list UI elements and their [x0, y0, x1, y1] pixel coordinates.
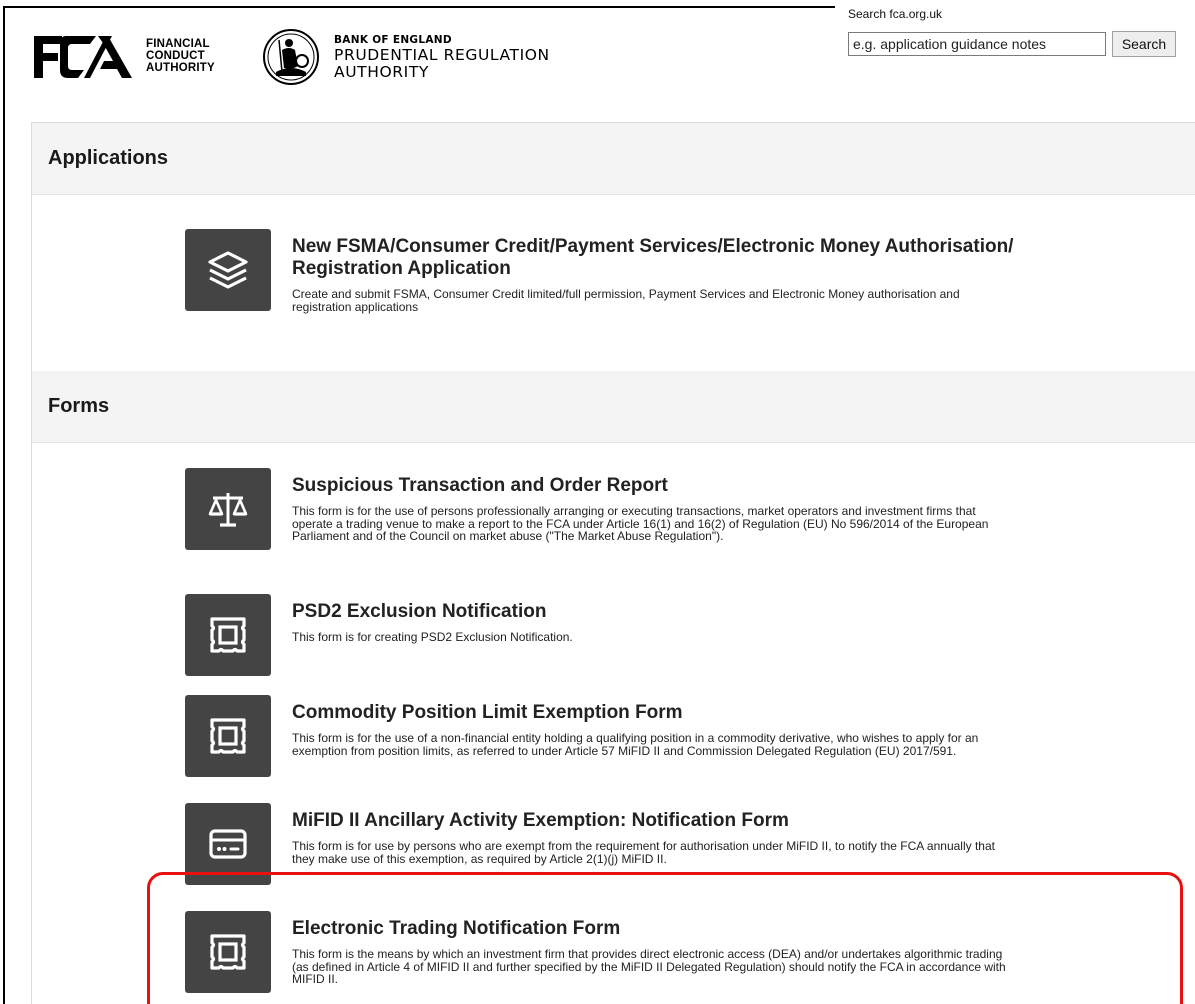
site-header: FINANCIAL CONDUCT AUTHORITY BANK OF ENGL…: [0, 0, 1195, 110]
application-item-authorisation[interactable]: New FSMA/Consumer Credit/Payment Service…: [185, 229, 1175, 313]
form-description: This form is for the use of a non-financ…: [292, 732, 978, 757]
pra-name-line1: PRUDENTIAL REGULATION: [334, 45, 550, 64]
fca-word-3: AUTHORITY: [146, 62, 215, 74]
applications-title: Applications: [48, 147, 169, 169]
fca-word-2: CONDUCT: [146, 50, 205, 62]
pra-name-line2: AUTHORITY: [334, 62, 429, 81]
form-description: This form is for the use of persons prof…: [292, 505, 988, 543]
application-desc-line2: registration applications: [292, 299, 419, 314]
layers-icon: [208, 251, 248, 289]
fca-word-1: FINANCIAL: [146, 38, 210, 50]
form-desc-line: This form is for creating PSD2 Exclusion…: [292, 630, 573, 644]
layers-icon-tile[interactable]: [185, 229, 271, 311]
form-desc-line: Parliament and of the Council on market …: [292, 529, 724, 543]
application-description: Create and submit FSMA, Consumer Credit …: [292, 288, 1013, 313]
highlight-box: [147, 872, 1183, 1004]
stamp-icon: [210, 617, 246, 653]
search-row: Search: [848, 31, 1176, 57]
stamp-icon-tile[interactable]: [185, 695, 271, 777]
form-title[interactable]: MiFID II Ancillary Activity Exemption: N…: [292, 810, 995, 832]
application-title-line2: Registration Application: [292, 258, 511, 279]
search-label: Search fca.org.uk: [848, 7, 943, 21]
search-button[interactable]: Search: [1112, 31, 1176, 57]
form-desc-line: exemption from position limits, as refer…: [292, 743, 957, 758]
britannia-seal-icon: [263, 29, 319, 85]
forms-header: Forms: [32, 371, 1195, 443]
site-search: Search fca.org.uk Search: [848, 7, 1176, 57]
stamp-icon-tile[interactable]: [185, 594, 271, 676]
application-item-text: New FSMA/Consumer Credit/Payment Service…: [292, 229, 1013, 313]
form-item-text: Suspicious Transaction and Order Report …: [292, 468, 988, 550]
forms-title: Forms: [48, 395, 110, 417]
search-input[interactable]: [848, 32, 1106, 56]
form-title[interactable]: PSD2 Exclusion Notification: [292, 601, 573, 623]
form-desc-line: This form is for the use of persons prof…: [292, 504, 976, 518]
application-title[interactable]: New FSMA/Consumer Credit/Payment Service…: [292, 236, 1013, 280]
card-icon: [209, 829, 247, 859]
stamp-icon: [210, 718, 246, 754]
fca-wordmark: FINANCIAL CONDUCT AUTHORITY: [146, 38, 215, 74]
form-item-suspicious-transaction[interactable]: Suspicious Transaction and Order Report …: [185, 468, 1175, 550]
boe-name: BANK OF ENGLAND: [334, 33, 452, 46]
scales-icon: [208, 493, 248, 527]
form-description: This form is for use by persons who are …: [292, 840, 995, 865]
form-desc-line: This form is for use by persons who are …: [292, 839, 995, 853]
form-description: This form is for creating PSD2 Exclusion…: [292, 631, 573, 644]
application-title-line1: New FSMA/Consumer Credit/Payment Service…: [292, 236, 1014, 257]
form-item-text: PSD2 Exclusion Notification This form is…: [292, 594, 573, 676]
application-desc-line1: Create and submit FSMA, Consumer Credit …: [292, 287, 960, 301]
applications-header: Applications: [32, 123, 1195, 195]
fca-logo-mark: [34, 36, 132, 78]
fca-logo[interactable]: FINANCIAL CONDUCT AUTHORITY: [32, 32, 215, 80]
applications-body: New FSMA/Consumer Credit/Payment Service…: [32, 195, 1195, 371]
form-desc-line: This form is for the use of a non-financ…: [292, 731, 979, 745]
scales-icon-tile[interactable]: [185, 468, 271, 550]
form-title[interactable]: Commodity Position Limit Exemption Form: [292, 702, 978, 724]
form-item-text: Commodity Position Limit Exemption Form …: [292, 695, 978, 777]
form-item-psd2-exclusion[interactable]: PSD2 Exclusion Notification This form is…: [185, 594, 1175, 676]
applications-section: Applications New FSMA/Consumer Credit/Pa…: [32, 123, 1195, 371]
boe-pra-logo[interactable]: BANK OF ENGLAND PRUDENTIAL REGULATION AU…: [262, 28, 550, 86]
window-frame-left: [3, 6, 5, 1004]
form-desc-line: they make use of this exemption, as requ…: [292, 851, 667, 866]
boe-pra-wordmark: BANK OF ENGLAND PRUDENTIAL REGULATION AU…: [334, 34, 550, 81]
form-item-commodity-position[interactable]: Commodity Position Limit Exemption Form …: [185, 695, 1175, 777]
form-title[interactable]: Suspicious Transaction and Order Report: [292, 475, 988, 497]
